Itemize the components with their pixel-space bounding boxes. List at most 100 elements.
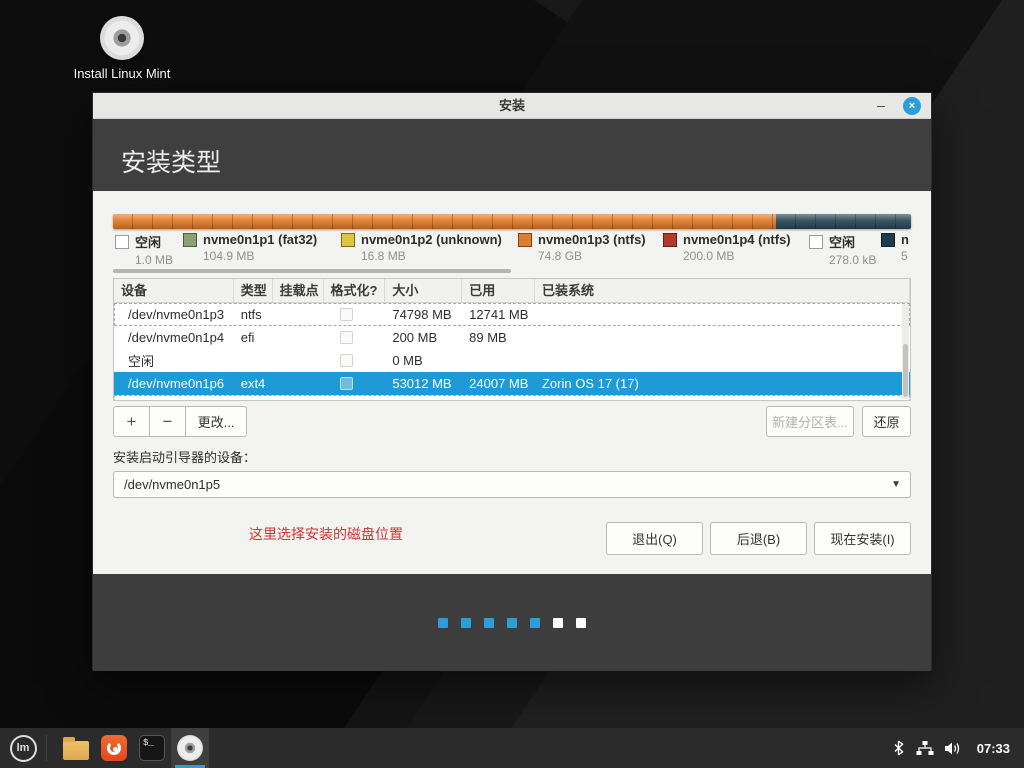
legend-partition-size: 1.0 MB: [135, 253, 174, 266]
cell-size: 0 MB: [392, 353, 423, 368]
change-partition-button[interactable]: 更改...: [185, 406, 247, 437]
cell-device: /dev/nvme0n1p6: [128, 376, 225, 391]
table-row[interactable]: 空闲 0 MB: [114, 349, 910, 372]
close-button[interactable]: ×: [903, 97, 921, 115]
cell-used: 12741 MB: [469, 307, 529, 322]
legend-color-swatch: [881, 232, 895, 247]
network-icon[interactable]: [916, 740, 934, 756]
legend-partition-name: 空闲: [135, 235, 162, 250]
cd-disc-icon: [100, 16, 144, 60]
partition-bar-segment: [776, 214, 911, 229]
window-title: 安装: [498, 98, 525, 113]
cell-type: efi: [240, 330, 255, 345]
progress-dot: [461, 618, 471, 628]
window-titlebar[interactable]: 安装 – ×: [93, 93, 931, 119]
cell-used: 24007 MB: [469, 376, 529, 391]
cell-type: ext4: [240, 376, 266, 391]
format-checkbox[interactable]: [339, 354, 353, 367]
partition-map-bar: [113, 214, 911, 229]
page-title: 安装类型: [121, 149, 222, 177]
firefox-icon: [101, 735, 127, 761]
legend-partition-name: n: [901, 232, 909, 247]
installer-disc-icon: [177, 735, 203, 761]
column-header[interactable]: 挂载点: [273, 279, 324, 302]
format-checkbox[interactable]: [339, 331, 353, 344]
mint-logo-icon: lm: [9, 734, 37, 762]
legend-partition-name: nvme0n1p3 (ntfs): [538, 232, 646, 247]
mint-menu-button[interactable]: lm: [0, 728, 46, 768]
legend-scrollbar[interactable]: [113, 269, 511, 273]
legend-item-top: 空闲: [809, 232, 876, 251]
install-now-button[interactable]: 现在安装(I): [814, 522, 911, 555]
desktop-icon-install-linux-mint[interactable]: Install Linux Mint: [66, 16, 178, 81]
installer-window: 安装 – × 安装类型 空闲 1.0 MB nvme0n1p1 (fat32) 104…: [92, 92, 932, 671]
legend-item: nvme0n1p2 (unknown) 16.8 MB: [341, 232, 502, 263]
back-button[interactable]: 后退(B): [710, 522, 807, 555]
add-partition-button[interactable]: +: [113, 406, 150, 437]
progress-dot: [530, 618, 540, 628]
bootloader-device-value: /dev/nvme0n1p5: [124, 477, 221, 492]
column-header[interactable]: 已用: [462, 279, 536, 302]
wizard-progress-dots: [93, 618, 931, 628]
revert-button[interactable]: 还原: [862, 406, 911, 437]
chevron-down-icon: ▼: [891, 479, 901, 490]
table-vertical-scrollbar[interactable]: [902, 304, 909, 399]
progress-dot: [484, 618, 494, 628]
legend-item-top: n: [881, 232, 909, 247]
legend-partition-size: 278.0 kB: [829, 253, 877, 266]
page-header: 安装类型: [93, 119, 931, 191]
remove-partition-button[interactable]: −: [149, 406, 186, 437]
legend-partition-size: 200.0 MB: [683, 249, 735, 263]
legend-partition-size: 5: [901, 249, 908, 263]
column-header[interactable]: 设备: [114, 279, 234, 302]
column-header[interactable]: 已装系统: [535, 279, 910, 302]
table-row[interactable]: /dev/nvme0n1p3 ntfs 74798 MB 12741 MB: [114, 303, 910, 326]
table-row-clipped[interactable]: [114, 395, 910, 400]
taskbar-separator: [46, 735, 47, 761]
dialog-actions-row: 这里选择安装的磁盘位置 退出(Q) 后退(B) 现在安装(I): [113, 522, 911, 556]
minimize-button[interactable]: –: [871, 93, 891, 117]
taskbar-installer-button[interactable]: [171, 728, 209, 768]
legend-partition-size: 16.8 MB: [361, 249, 406, 263]
column-header[interactable]: 类型: [234, 279, 273, 302]
new-partition-table-button[interactable]: 新建分区表...: [766, 406, 854, 437]
legend-partition-size: 74.8 GB: [538, 249, 583, 263]
cell-used: 89 MB: [469, 330, 507, 345]
taskbar-terminal-button[interactable]: $_: [133, 728, 171, 768]
volume-icon[interactable]: [944, 741, 962, 756]
legend-color-swatch: [183, 232, 197, 247]
cell-format: [324, 331, 386, 344]
column-header[interactable]: 大小: [385, 279, 463, 302]
legend-item-top: nvme0n1p3 (ntfs): [518, 232, 646, 247]
cell-installed-system: Zorin OS 17 (17): [541, 376, 639, 391]
legend-color-swatch: [809, 234, 823, 249]
taskbar-files-button[interactable]: [57, 728, 95, 768]
legend-item-top: 空闲: [115, 232, 173, 251]
taskbar-firefox-button[interactable]: [95, 728, 133, 768]
partition-table: 设备 类型 挂载点 格式化? 大小 已用 已装系统 /dev/nvme0n1p3 ntfs 74…: [113, 278, 911, 401]
format-checkbox[interactable]: [339, 308, 353, 321]
taskbar-clock[interactable]: 07:33: [977, 741, 1010, 756]
format-checkbox[interactable]: [339, 377, 353, 390]
legend-item-top: nvme0n1p4 (ntfs): [663, 232, 791, 247]
legend-item: nvme0n1p4 (ntfs) 200.0 MB: [663, 232, 791, 263]
cell-type: ntfs: [240, 307, 262, 322]
scrollbar-thumb[interactable]: [903, 343, 908, 398]
disk-location-annotation: 这里选择安装的磁盘位置: [249, 526, 403, 542]
legend-item: 空闲 1.0 MB: [115, 232, 173, 266]
desktop-icon-label: Install Linux Mint: [73, 66, 171, 81]
legend-item: n5: [881, 232, 909, 263]
bluetooth-icon[interactable]: [893, 740, 905, 756]
bootloader-device-select[interactable]: /dev/nvme0n1p5 ▼: [113, 471, 911, 498]
cell-device: /dev/nvme0n1p3: [128, 307, 225, 322]
table-row[interactable]: /dev/nvme0n1p6 ext4 53012 MB 24007 MB Zorin …: [114, 372, 910, 395]
quit-button[interactable]: 退出(Q): [606, 522, 703, 555]
bootloader-device-label: 安装启动引导器的设备：: [113, 450, 257, 465]
legend-color-swatch: [115, 234, 129, 249]
legend-partition-name: 空闲: [829, 235, 856, 250]
column-header[interactable]: 格式化?: [324, 279, 386, 302]
partition-bar-segment: [113, 214, 777, 229]
table-row[interactable]: /dev/nvme0n1p4 efi 200 MB 89 MB: [114, 326, 910, 349]
legend-partition-size: 104.9 MB: [203, 249, 255, 263]
cell-device: 空闲: [128, 354, 155, 369]
